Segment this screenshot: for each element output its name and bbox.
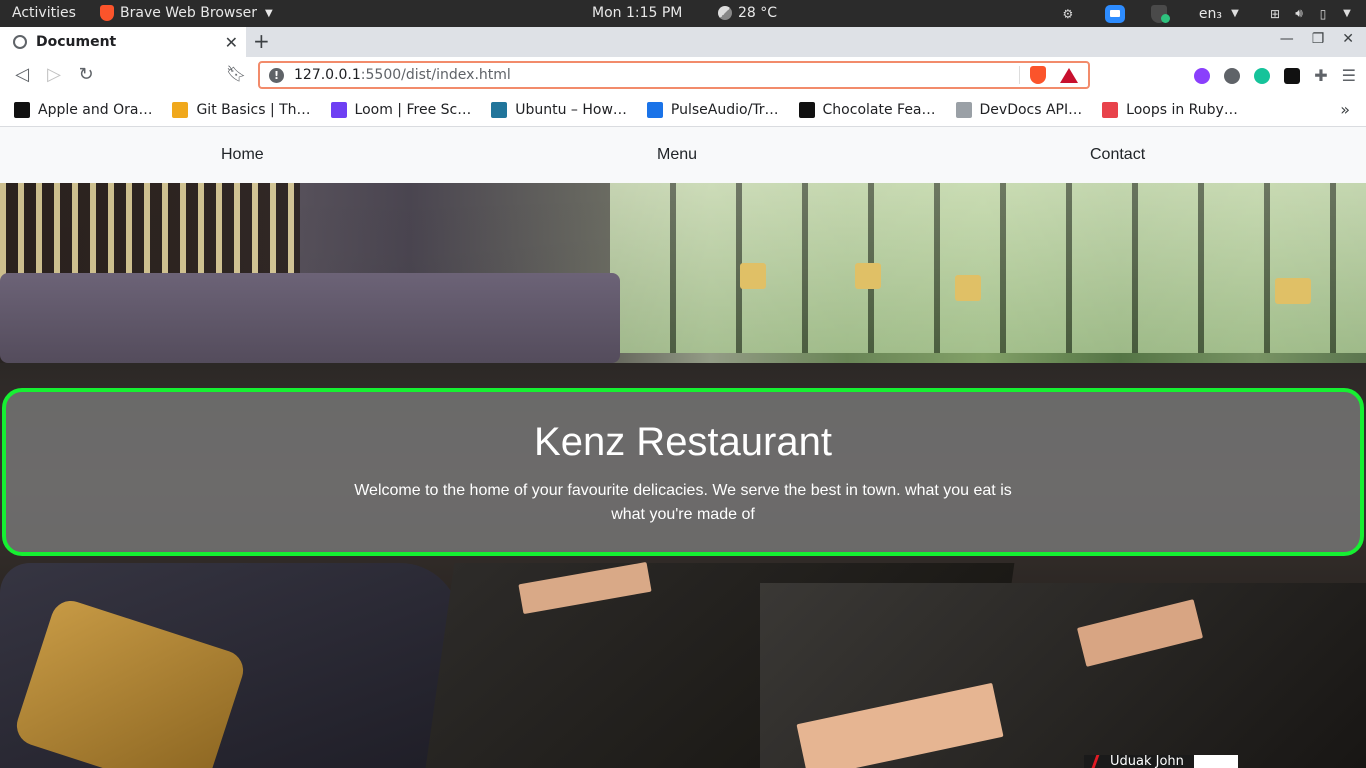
hero-section: Kenz Restaurant Welcome to the home of y… [0,183,1366,768]
menu-icon[interactable]: ☰ [1342,66,1356,85]
recorder-name: Uduak John [1110,755,1184,768]
bookmark-item[interactable]: Loom | Free Sc… [330,101,472,118]
globe-icon [13,35,27,49]
address-bar[interactable]: ! 127.0.0.1:5500/dist/index.html [258,61,1090,89]
favicon-icon [172,101,189,118]
network-icon[interactable]: ⊞ [1266,5,1284,23]
favicon-icon [491,101,508,118]
bookmark-label: PulseAudio/Tr… [670,101,779,118]
extension-icon[interactable] [1284,67,1301,84]
favicon-icon [330,101,347,118]
bookmark-label: Apple and Ora… [38,101,153,118]
system-tray: ⚙ en₃ ▼ ⊞ 🔊︎ ▯ ▼ [1059,0,1366,27]
favicon-icon [1102,101,1119,118]
system-top-bar: Activities Brave Web Browser ▼ Mon 1:15 … [0,0,1366,27]
weather-indicator[interactable]: 28 °C [718,5,777,21]
chevron-right-icon[interactable]: » [1340,100,1350,119]
bookmark-label: Ubuntu – How… [515,101,627,118]
window-controls: — ❐ ✕ [1280,31,1354,47]
grammarly-icon[interactable] [1254,67,1271,84]
bookmark-label: Loops in Ruby… [1126,101,1238,118]
temperature: 28 °C [738,5,778,21]
zoom-icon[interactable] [1104,4,1125,23]
nav-home[interactable]: Home [221,146,264,164]
bookmark-item[interactable]: PulseAudio/Tr… [646,101,779,118]
back-button[interactable]: ◁ [11,64,33,85]
bookmark-item[interactable]: Chocolate Fea… [798,101,936,118]
brave-shields-icon[interactable] [1030,66,1046,84]
tab-document[interactable]: Document ✕ [0,27,246,57]
favicon-icon [798,101,815,118]
new-tab-button[interactable]: + [253,29,270,53]
bookmark-label: DevDocs API… [979,101,1083,118]
site-info-icon[interactable]: ! [269,67,284,83]
recording-icon [1091,755,1100,768]
omnibox-actions [1019,66,1078,84]
chevron-down-icon: ▼ [1231,8,1239,19]
url-path: :5500/dist/index.html [360,67,511,83]
url-host: 127.0.0.1 [294,67,361,83]
url-text[interactable]: 127.0.0.1:5500/dist/index.html [294,67,1019,83]
bookmark-label: Chocolate Fea… [822,101,936,118]
clock[interactable]: Mon 1:15 PM [592,5,682,21]
bookmarks-bar: Apple and Ora… Git Basics | Th… Loom | F… [0,93,1366,127]
restaurant-title: Kenz Restaurant [534,420,832,464]
weather-icon [718,6,732,20]
bookmark-label: Loom | Free Sc… [354,101,472,118]
toolbar: ◁ ▷ ↻ 🔖︎ ! 127.0.0.1:5500/dist/index.htm… [0,57,1366,93]
screen-recorder-label: Uduak John [1084,755,1238,768]
tab-strip: Document ✕ + — ❐ ✕ [0,27,1366,57]
power-menu-icon[interactable]: ▼ [1338,5,1356,23]
volume-icon[interactable]: 🔊︎ [1290,5,1308,23]
favicon-icon [646,101,663,118]
close-icon[interactable]: ✕ [225,33,238,52]
keyboard-language[interactable]: en₃ [1199,6,1222,22]
restore-button[interactable]: ❐ [1312,31,1325,47]
bookmark-item[interactable]: Git Basics | Th… [172,101,311,118]
bookmark-item[interactable]: Ubuntu – How… [491,101,627,118]
bookmark-item[interactable]: DevDocs API… [955,101,1083,118]
network-monitor-icon[interactable]: ⚙ [1059,5,1077,23]
reload-button[interactable]: ↻ [75,64,97,85]
extensions: ✚ ☰ [1194,66,1356,85]
nav-contact[interactable]: Contact [1090,146,1145,164]
vpn-shield-icon[interactable] [1150,4,1170,23]
favicon-icon [955,101,972,118]
chevron-down-icon: ▼ [265,7,273,19]
hero-banner: Kenz Restaurant Welcome to the home of y… [2,388,1364,556]
close-window-button[interactable]: ✕ [1342,31,1354,47]
minimize-button[interactable]: — [1280,31,1294,47]
forward-button[interactable]: ▷ [43,64,65,85]
loom-extension-icon[interactable] [1194,67,1211,84]
bookmark-icon[interactable]: 🔖︎ [225,64,247,83]
app-name: Brave Web Browser [120,5,257,21]
brave-rewards-icon[interactable] [1060,67,1078,83]
bookmark-item[interactable]: Apple and Ora… [14,101,153,118]
site-navbar: Home Menu Contact [0,127,1366,183]
extension-icon[interactable] [1224,67,1241,84]
activities-button[interactable]: Activities [12,5,76,21]
nav-menu[interactable]: Menu [657,146,697,164]
bookmark-item[interactable]: Loops in Ruby… [1102,101,1238,118]
battery-icon[interactable]: ▯ [1314,5,1332,23]
bookmark-label: Git Basics | Th… [196,101,311,118]
web-page: Home Menu Contact Kenz Restaurant Welcom… [0,127,1366,768]
app-menu[interactable]: Brave Web Browser ▼ [100,5,273,21]
puzzle-icon[interactable]: ✚ [1314,66,1327,85]
favicon-icon [14,101,30,118]
restaurant-tagline: Welcome to the home of your favourite de… [354,482,1012,523]
brave-icon [100,5,114,21]
tab-title: Document [36,34,117,50]
